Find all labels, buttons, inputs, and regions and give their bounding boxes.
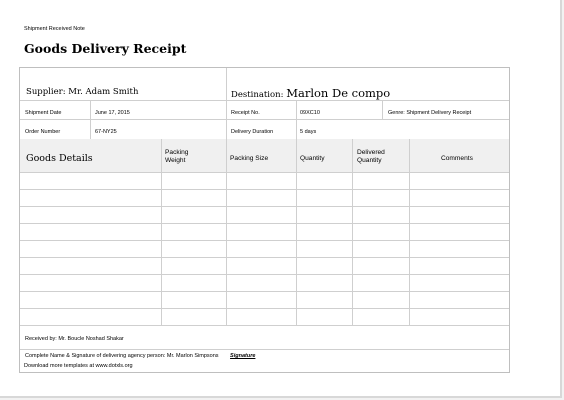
delivery-duration-value: 5 days: [300, 129, 317, 135]
table-row: [20, 291, 509, 292]
agency-person: Complete Name & Signature of delivering …: [25, 353, 219, 359]
destination-label: Destination:: [231, 90, 284, 100]
column-header-packing-size: Packing Size: [230, 155, 269, 162]
order-number-value: 67-NY25: [95, 129, 117, 135]
table-column-divider: [226, 139, 227, 325]
table-column-divider: [296, 139, 297, 325]
divider: [296, 100, 297, 139]
table-row: [20, 172, 509, 173]
supplier-label: Supplier:: [26, 87, 66, 97]
divider: [226, 68, 227, 139]
divider: [90, 100, 91, 139]
table-row: [20, 189, 509, 190]
genre-label: Genre: Shipment Delivery Receipt: [388, 110, 472, 116]
table-column-divider: [161, 139, 162, 325]
agency-signature-line: Complete Name & Signature of delivering …: [25, 353, 256, 360]
order-number-label: Order Number: [25, 129, 61, 135]
table-row: [20, 257, 509, 258]
divider: [20, 100, 509, 101]
table-row: [20, 325, 509, 326]
header-line: Packing: [165, 149, 189, 156]
divider: [20, 349, 509, 350]
supplier-value: Mr. Adam Smith: [68, 87, 139, 97]
signature: Signature: [230, 353, 256, 359]
table-row: [20, 274, 509, 275]
destination-value: Marlon De compo: [286, 86, 391, 100]
divider: [20, 119, 509, 120]
header-line: Weight: [165, 157, 186, 165]
download-note: Download more templates at www.dotxls.or…: [24, 363, 133, 369]
delivery-duration-label: Delivery Duration: [231, 129, 274, 135]
header-line: Quantity: [357, 157, 382, 165]
received-by: Received by: Mr. Boucle Noshad Shakar: [25, 336, 124, 342]
page-title: Goods Delivery Receipt: [24, 41, 187, 56]
table-row: [20, 240, 509, 241]
receipt-no-label: Receipt No.: [231, 110, 260, 116]
shipment-note-label: Shipment Received Note: [24, 26, 85, 32]
column-header-quantity: Quantity: [300, 155, 325, 162]
column-header-packing-weight: Packing Weight: [165, 149, 188, 165]
column-header-comments: Comments: [441, 155, 473, 162]
document-page: Shipment Received Note Goods Delivery Re…: [0, 0, 562, 398]
table-column-divider: [409, 139, 410, 325]
header-line: Delivered: [357, 149, 385, 156]
supplier-field: Supplier: Mr. Adam Smith: [26, 87, 138, 97]
table-row: [20, 206, 509, 207]
receipt-no-value: 09XC10: [300, 110, 320, 116]
table-row: [20, 308, 509, 309]
destination-field: Destination: Marlon De compo: [231, 86, 390, 100]
column-header-goods: Goods Details: [26, 153, 93, 164]
receipt-form: Supplier: Mr. Adam Smith Destination: Ma…: [19, 67, 510, 373]
table-column-divider: [352, 139, 353, 325]
column-header-delivered-quantity: Delivered Quantity: [357, 149, 385, 165]
divider: [382, 100, 383, 120]
shipment-date-value: June 17, 2015: [95, 110, 130, 116]
table-row: [20, 223, 509, 224]
shipment-date-label: Shipment Date: [25, 110, 62, 116]
